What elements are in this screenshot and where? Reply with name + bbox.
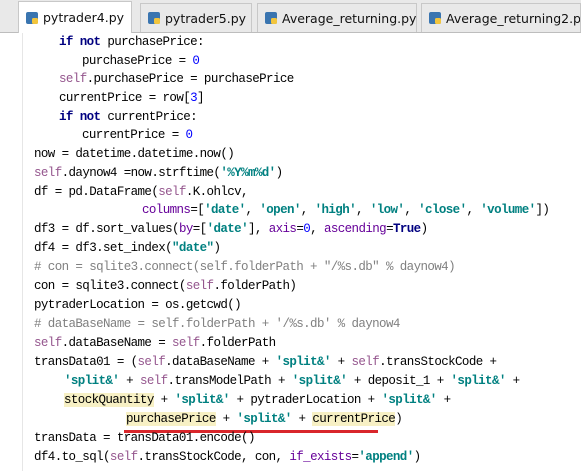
code-line[interactable]: self.dataBaseName = self.folderPath [34, 334, 276, 353]
code-line[interactable]: currentPrice = row[3] [59, 89, 205, 108]
close-icon[interactable]: × [131, 11, 132, 24]
code-line[interactable]: columns=['date', 'open', 'high', 'low', … [142, 201, 550, 220]
highlighted-identifier: stockQuantity [64, 393, 154, 407]
tab-label: pytrader5.py [165, 10, 247, 26]
code-line[interactable]: self.purchasePrice = purchasePrice [59, 70, 294, 89]
tab-label: Average_returning2.py [446, 10, 581, 26]
code-line[interactable]: df4 = df3.set_index("date") [34, 239, 221, 258]
code-editor[interactable]: if not purchasePrice: purchasePrice = 0 … [0, 33, 581, 471]
code-line[interactable]: transData = transData01.encode() [34, 429, 255, 448]
tab-label: pytrader4.py [43, 10, 125, 25]
python-file-icon [26, 11, 38, 24]
code-line[interactable]: df4.to_sql(self.transStockCode, con, if_… [34, 448, 421, 467]
code-line[interactable]: df = pd.DataFrame(self.K.ohlcv, [34, 183, 249, 202]
code-line[interactable]: pytraderLocation = os.getcwd() [34, 296, 242, 315]
tab-average-returning2[interactable]: Average_returning2.py × [421, 3, 581, 32]
code-line[interactable]: con = sqlite3.connect(self.folderPath) [34, 277, 297, 296]
code-line[interactable]: if not currentPrice: [59, 108, 198, 127]
highlighted-identifier: purchasePrice [126, 412, 216, 426]
python-file-icon [148, 12, 160, 24]
tab-pytrader4[interactable]: pytrader4.py × [18, 1, 132, 33]
code-line[interactable]: 'split&' + self.transModelPath + 'split&… [64, 372, 520, 391]
tab-average-returning[interactable]: Average_returning.py × [257, 3, 417, 32]
code-line[interactable]: purchasePrice + 'split&' + currentPrice) [126, 410, 403, 429]
editor-tab-bar: pytrader4.py × pytrader5.py × Average_re… [0, 0, 581, 33]
tab-label: Average_returning.py [282, 10, 417, 26]
code-line[interactable]: purchasePrice = 0 [82, 52, 200, 71]
python-file-icon [265, 12, 277, 24]
code-comment-line[interactable]: # con = sqlite3.connect(self.folderPath … [34, 258, 456, 277]
python-file-icon [429, 12, 441, 24]
code-line[interactable]: stockQuantity + 'split&' + pytraderLocat… [64, 391, 451, 410]
highlighted-identifier: currentPrice [312, 412, 396, 426]
code-line[interactable]: now = datetime.datetime.now() [34, 145, 235, 164]
code-line[interactable]: df3 = df.sort_values(by=['date'], axis=0… [34, 220, 428, 239]
code-line[interactable]: currentPrice = 0 [82, 126, 193, 145]
code-line[interactable]: self.daynow4 =now.strftime('%Y%m%d') [34, 164, 283, 183]
editor-gutter [0, 33, 23, 471]
code-comment-line[interactable]: # dataBaseName = self.folderPath + '/%s.… [34, 315, 400, 334]
tab-pytrader5[interactable]: pytrader5.py × [140, 3, 252, 32]
code-line[interactable]: transData01 = (self.dataBaseName + 'spli… [34, 353, 497, 372]
code-line[interactable]: if not purchasePrice: [59, 33, 205, 52]
